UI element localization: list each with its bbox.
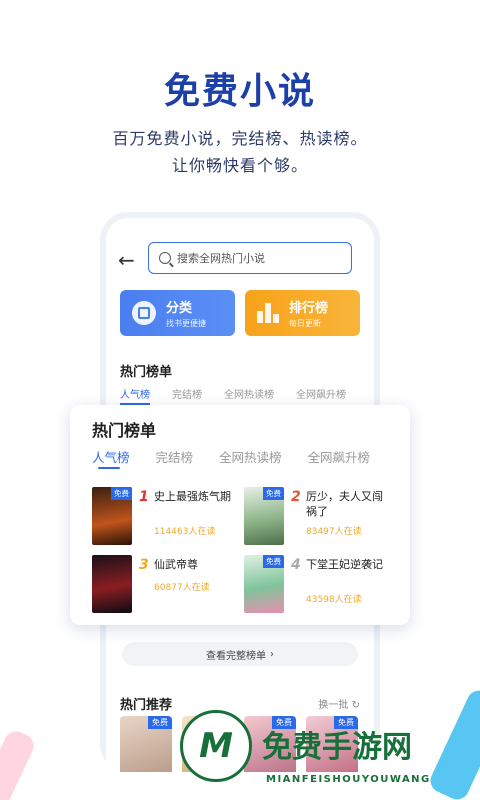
book-cover: 免费 (244, 555, 284, 613)
free-tag: 免费 (263, 487, 284, 500)
popup-tab-popular[interactable]: 人气榜 (92, 447, 130, 466)
search-input[interactable]: 搜索全网热门小说 (148, 242, 352, 274)
section-tabs: 人气榜 完结榜 全网热读榜 全网飙升榜 (120, 386, 346, 405)
watermark-subtitle: MIANFEISHOUYOUWANG (266, 774, 431, 785)
rank-number: 3 (139, 557, 149, 573)
ranking-tile-sub: 每日更新 (289, 319, 321, 328)
reader-count: 60877人在读 (154, 583, 210, 593)
popup-tab-hot-reading[interactable]: 全网热读榜 (219, 447, 282, 466)
book-item[interactable]: 免费 2 厉少，夫人又闯祸了 83497人在读 (244, 487, 394, 549)
active-tab-indicator (98, 467, 120, 469)
promo-title: 免费小说 (163, 71, 316, 112)
rank-number: 2 (291, 489, 301, 505)
grid-icon (132, 301, 156, 325)
ranking-tile[interactable]: 排行榜 每日更新 (245, 290, 360, 336)
free-tag: 免费 (148, 716, 172, 729)
search-placeholder: 搜索全网热门小说 (177, 252, 265, 265)
popup-title: 热门榜单 (92, 421, 157, 440)
book-title: 史上最强炼气期 (154, 490, 231, 503)
category-tile-label: 分类 (166, 301, 193, 316)
popup-tab-rising[interactable]: 全网飙升榜 (308, 447, 371, 466)
tab-rising[interactable]: 全网飙升榜 (296, 386, 346, 405)
shortcut-tiles: 分类 找书更便捷 排行榜 每日更新 (120, 290, 360, 336)
book-cover: 免费 (92, 487, 132, 545)
refresh-icon: ↻ (351, 700, 360, 711)
tab-hot-reading[interactable]: 全网热读榜 (224, 386, 274, 405)
tab-popular[interactable]: 人气榜 (120, 386, 150, 405)
ranking-popup-card: 热门榜单 人气榜 完结榜 全网热读榜 全网飙升榜 免费 1 史上最强炼气期 11… (70, 405, 410, 625)
decorative-swoosh-left (0, 727, 38, 800)
book-item[interactable]: 免费 4 下堂王妃逆袭记 43598人在读 (244, 555, 394, 617)
podium-icon (257, 303, 279, 323)
watermark-title: 免费手游网 (262, 730, 412, 765)
ranking-tile-label: 排行榜 (289, 301, 329, 316)
book-cover (92, 555, 132, 613)
promo-subtitle-line1: 百万免费小说，完结榜、热读榜。 (112, 129, 368, 148)
popup-tabs: 人气榜 完结榜 全网热读榜 全网飙升榜 (92, 447, 370, 466)
recommend-cover[interactable]: 免费 (120, 716, 172, 772)
chevron-right-icon: › (270, 648, 274, 660)
rank-number: 4 (291, 557, 301, 573)
book-item[interactable]: 免费 1 史上最强炼气期 114463人在读 (92, 487, 242, 549)
book-item[interactable]: 3 仙武帝尊 60877人在读 (92, 555, 242, 617)
refresh-label: 换一批 (318, 700, 349, 711)
watermark-logo-letter: M (199, 726, 233, 766)
view-full-list-button[interactable]: 查看完整榜单 › (122, 642, 358, 666)
category-tile[interactable]: 分类 找书更便捷 (120, 290, 235, 336)
recommend-title: 热门推荐 (120, 698, 173, 713)
reader-count: 114463人在读 (154, 527, 216, 537)
free-tag: 免费 (111, 487, 132, 500)
book-title: 仙武帝尊 (154, 558, 198, 571)
reader-count: 43598人在读 (306, 595, 362, 605)
refresh-button[interactable]: 换一批 ↻ (318, 696, 360, 711)
decorative-swoosh-right (426, 686, 480, 800)
rank-number: 1 (139, 489, 149, 505)
watermark-logo: M (180, 710, 252, 782)
book-cover: 免费 (244, 487, 284, 545)
book-title: 下堂王妃逆袭记 (306, 558, 383, 571)
promo-subtitle-line2: 让你畅快看个够。 (171, 156, 308, 175)
view-full-list-label: 查看完整榜单 (206, 650, 266, 662)
free-tag: 免费 (263, 555, 284, 568)
category-tile-sub: 找书更便捷 (166, 319, 206, 328)
app-topbar: ← 搜索全网热门小说 (106, 242, 374, 276)
book-title: 厉少，夫人又闯祸了 (306, 490, 383, 518)
back-arrow-icon[interactable]: ← (118, 248, 135, 272)
reader-count: 83497人在读 (306, 527, 362, 537)
popup-tab-completed[interactable]: 完结榜 (156, 447, 194, 466)
tab-completed[interactable]: 完结榜 (172, 386, 202, 405)
search-icon (159, 252, 171, 264)
section-title: 热门榜单 (120, 365, 173, 380)
